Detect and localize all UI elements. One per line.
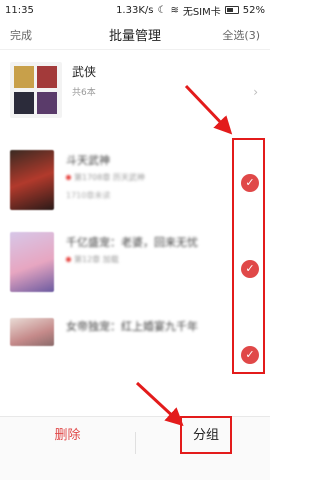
update-dot-icon (66, 175, 71, 180)
mini-cover (14, 92, 34, 114)
mini-cover (37, 66, 57, 88)
update-dot-icon (66, 257, 71, 262)
select-all-button[interactable]: 全选(3) (222, 27, 260, 43)
group-folder[interactable]: 武侠 共6本 › (0, 55, 270, 125)
divider (135, 432, 136, 454)
chevron-right-icon: › (253, 85, 258, 99)
group-cover (10, 62, 62, 118)
book-progress: 第1708章 历天武神 (66, 172, 145, 183)
book-cover (10, 150, 54, 210)
book-item[interactable]: 斗天武神 第1708章 历天武神 1710章未读 ✓ (0, 150, 270, 216)
delete-button[interactable]: 删除 (40, 425, 95, 447)
book-cover (10, 318, 54, 346)
wifi-icon: ≋ (170, 4, 179, 16)
book-item[interactable]: 女帝独宠：红上婚宴九千年 ✓ (0, 316, 270, 382)
selection-highlight-box (232, 138, 265, 374)
battery-level: 52% (242, 4, 265, 16)
book-latest-chapter: 第1708章 历天武神 (74, 173, 145, 182)
mini-cover (37, 92, 57, 114)
book-title: 女帝独宠：红上婚宴九千年 (66, 320, 198, 333)
status-bar: 11:35 1.33K/s ☾ ≋ 无SIM卡 52% (0, 0, 270, 20)
group-count: 共6本 (72, 88, 96, 98)
arrow-to-group-button (135, 381, 184, 427)
group-name: 武侠 (72, 65, 97, 79)
mini-cover (14, 66, 34, 88)
book-title: 千亿盛宠：老婆，回来无忧 (66, 236, 198, 249)
book-latest-chapter: 第12章 加载 (74, 255, 119, 264)
sim-status: 无SIM卡 (182, 6, 221, 18)
book-unread: 1710章未读 (66, 191, 111, 200)
group-button-highlight-box (180, 416, 232, 454)
header: 完成 批量管理 全选(3) (0, 20, 270, 50)
network-speed: 1.33K/s (116, 4, 154, 16)
book-cover (10, 232, 54, 292)
book-progress: 第12章 加载 (66, 254, 119, 265)
moon-icon: ☾ (157, 4, 167, 16)
done-button[interactable]: 完成 (10, 27, 32, 43)
book-item[interactable]: 千亿盛宠：老婆，回来无忧 第12章 加载 ✓ (0, 232, 270, 298)
book-title: 斗天武神 (66, 154, 110, 167)
battery-icon (224, 6, 239, 14)
status-time: 11:35 (5, 4, 34, 16)
